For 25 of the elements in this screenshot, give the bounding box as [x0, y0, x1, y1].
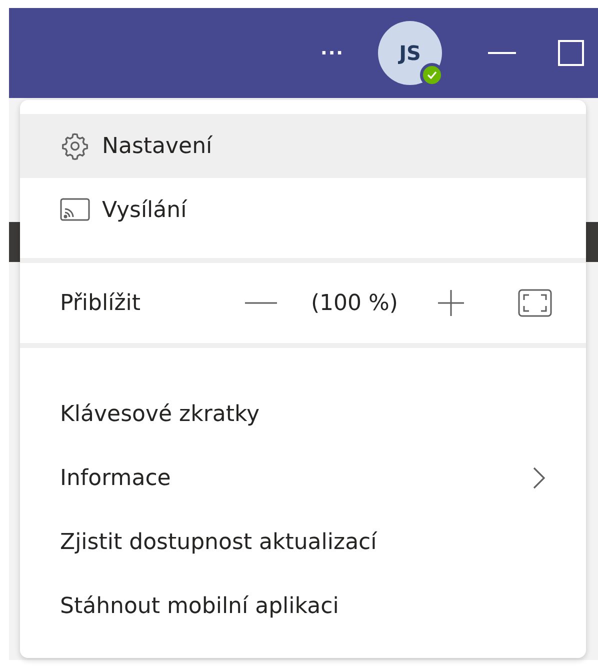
menu-item-label: Nastavení — [102, 134, 214, 158]
menu-item-label: Vysílání — [102, 198, 188, 222]
zoom-value: (100 %) — [310, 290, 398, 316]
minimize-icon[interactable] — [488, 51, 516, 55]
avatar[interactable]: JS — [378, 21, 442, 85]
fullscreen-icon — [518, 289, 552, 317]
menu-item-label: Zjistit dostupnost aktualizací — [60, 530, 378, 554]
menu-item-label: Informace — [60, 466, 172, 490]
minus-icon — [244, 301, 277, 305]
settings-icon — [60, 131, 90, 161]
menu-item[interactable]: Informace — [20, 446, 586, 510]
menu-item[interactable]: Nastavení — [20, 114, 586, 178]
more-options[interactable]: ··· — [320, 42, 344, 64]
zoom-label: Přiblížit — [60, 290, 142, 316]
maximize-icon[interactable] — [558, 40, 584, 66]
menu-item[interactable]: Stáhnout mobilní aplikaci — [20, 574, 586, 638]
menu-item[interactable]: Klávesové zkratky — [20, 382, 586, 446]
cast-icon — [60, 197, 90, 223]
chevron-right-icon — [532, 466, 546, 490]
menu-item[interactable]: Zjistit dostupnost aktualizací — [20, 510, 586, 574]
menu-item[interactable]: Vysílání — [20, 178, 586, 242]
avatar-initials: JS — [399, 41, 421, 65]
menu-item-label: Stáhnout mobilní aplikaci — [60, 594, 340, 618]
menu-item-label: Klávesové zkratky — [60, 402, 260, 426]
plus-icon — [436, 288, 466, 318]
